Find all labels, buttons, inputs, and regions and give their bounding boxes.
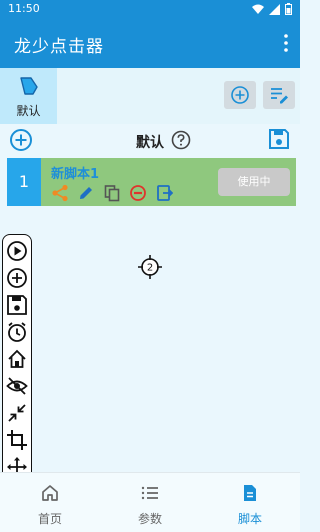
save-icon[interactable] xyxy=(268,128,290,150)
hide-icon[interactable] xyxy=(6,375,28,397)
help-icon[interactable] xyxy=(171,130,191,150)
status-bar: 11:50 xyxy=(0,0,300,18)
add-icon[interactable] xyxy=(6,267,28,289)
edit-groups-button[interactable] xyxy=(263,81,295,109)
share-icon[interactable] xyxy=(51,184,69,202)
remove-icon[interactable] xyxy=(129,184,147,202)
group-tab-default[interactable]: 默认 xyxy=(0,68,57,124)
group-tab-label: 默认 xyxy=(16,104,41,118)
nav-scripts-label: 脚本 xyxy=(237,512,262,526)
script-row[interactable]: 1 新脚本1 使用中 xyxy=(7,158,296,206)
add-group-button[interactable] xyxy=(224,81,256,109)
group-tab-strip: 默认 xyxy=(0,68,300,124)
battery-icon xyxy=(285,3,292,15)
list-icon xyxy=(141,486,158,500)
signal-icon xyxy=(269,3,280,15)
add-circle-icon xyxy=(231,86,249,104)
collapse-icon[interactable] xyxy=(6,402,28,424)
script-index: 1 xyxy=(7,158,41,206)
app-bar: 龙少点击器 xyxy=(0,18,300,68)
more-vert-icon[interactable] xyxy=(282,33,290,53)
crop-icon[interactable] xyxy=(6,429,28,451)
save-icon[interactable] xyxy=(6,294,28,316)
wifi-icon xyxy=(252,4,264,14)
script-header: 默认 xyxy=(0,124,300,156)
timer-icon[interactable] xyxy=(6,321,28,343)
use-script-button[interactable]: 使用中 xyxy=(218,168,290,196)
play-icon[interactable] xyxy=(6,240,28,262)
target-number: 2 xyxy=(147,263,153,274)
nav-home-label: 首页 xyxy=(37,512,62,526)
home-icon xyxy=(42,485,58,501)
nav-params-label: 参数 xyxy=(137,512,162,526)
edit-icon[interactable] xyxy=(77,184,95,202)
bottom-navigation: 首页 参数 脚本 xyxy=(0,472,300,532)
crosshair-icon[interactable]: 2 xyxy=(137,254,163,280)
nav-params[interactable]: 参数 xyxy=(100,473,200,532)
export-icon[interactable] xyxy=(155,184,173,202)
script-group-name: 默认 xyxy=(136,135,164,151)
script-icon xyxy=(244,485,256,501)
status-time: 11:50 xyxy=(8,2,40,15)
script-name: 新脚本1 xyxy=(51,167,100,182)
home-icon[interactable] xyxy=(6,348,28,370)
nav-home[interactable]: 首页 xyxy=(0,473,100,532)
nav-scripts[interactable]: 脚本 xyxy=(200,473,300,532)
app-title: 龙少点击器 xyxy=(14,37,104,57)
copy-icon[interactable] xyxy=(103,184,121,202)
group-icon xyxy=(20,77,38,95)
edit-list-icon xyxy=(271,88,288,104)
